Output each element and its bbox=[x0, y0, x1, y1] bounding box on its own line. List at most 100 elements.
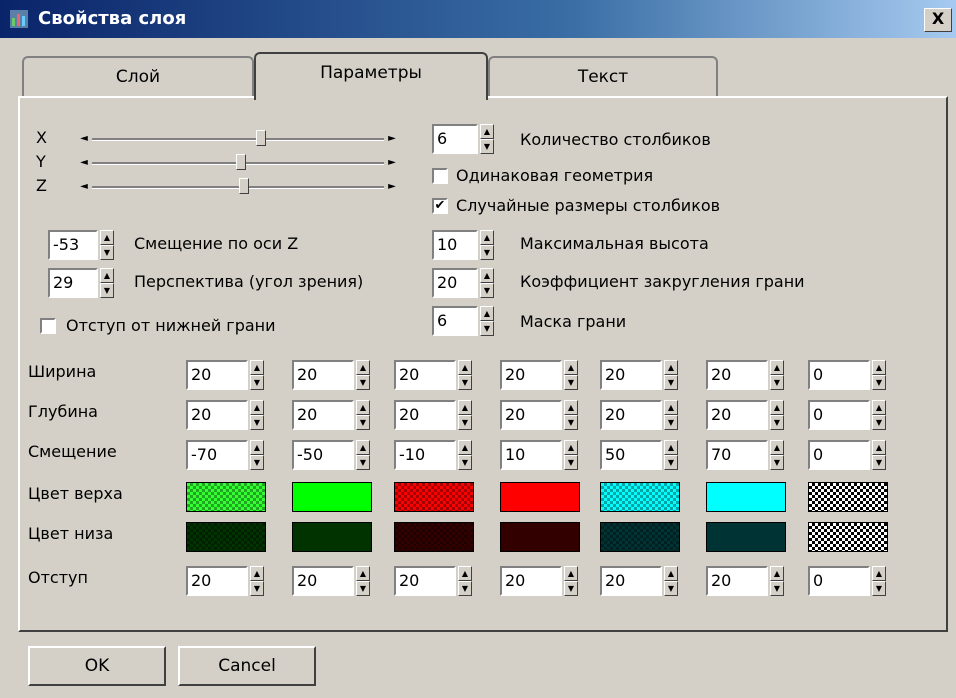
indent-input[interactable]: 20 bbox=[292, 566, 354, 596]
spin-down-icon[interactable]: ▼ bbox=[480, 321, 494, 336]
depth-spinner-7[interactable]: 0 ▲ ▼ bbox=[808, 400, 888, 430]
spin-up-icon[interactable]: ▲ bbox=[564, 400, 578, 415]
scroll-right-icon[interactable]: ► bbox=[386, 156, 398, 170]
width-input[interactable]: 20 bbox=[600, 360, 662, 390]
spin-down-icon[interactable]: ▼ bbox=[458, 581, 472, 596]
spin-up-icon[interactable]: ▲ bbox=[458, 360, 472, 375]
spin-down-icon[interactable]: ▼ bbox=[480, 245, 494, 260]
spin-up-icon[interactable]: ▲ bbox=[872, 400, 886, 415]
width-spinner-2[interactable]: 20 ▲ ▼ bbox=[292, 360, 372, 390]
depth-input[interactable]: 20 bbox=[292, 400, 354, 430]
indent-spinner-6[interactable]: 20 ▲ ▼ bbox=[706, 566, 786, 596]
spin-down-icon[interactable]: ▼ bbox=[664, 581, 678, 596]
spin-up-icon[interactable]: ▲ bbox=[480, 268, 494, 283]
offset-input[interactable]: -50 bbox=[292, 440, 354, 470]
top-color-swatch-6[interactable] bbox=[706, 482, 786, 512]
width-spinner-4[interactable]: 20 ▲ ▼ bbox=[500, 360, 580, 390]
slider-0[interactable]: ◄ ► bbox=[78, 130, 398, 146]
indent-input[interactable]: 0 bbox=[808, 566, 870, 596]
spin-up-icon[interactable]: ▲ bbox=[458, 400, 472, 415]
spin-down-icon[interactable]: ▼ bbox=[872, 581, 886, 596]
indent-spinner-2[interactable]: 20 ▲ ▼ bbox=[292, 566, 372, 596]
indent-spinner-1[interactable]: 20 ▲ ▼ bbox=[186, 566, 266, 596]
rounding-coef-spinner[interactable]: 20 ▲ ▼ bbox=[432, 268, 494, 298]
spin-down-icon[interactable]: ▼ bbox=[664, 415, 678, 430]
spin-up-icon[interactable]: ▲ bbox=[664, 566, 678, 581]
slider-2[interactable]: ◄ ► bbox=[78, 178, 398, 194]
indent-spinner-7[interactable]: 0 ▲ ▼ bbox=[808, 566, 888, 596]
spin-down-icon[interactable]: ▼ bbox=[250, 415, 264, 430]
scroll-right-icon[interactable]: ► bbox=[386, 132, 398, 146]
spin-down-icon[interactable]: ▼ bbox=[564, 581, 578, 596]
spin-down-icon[interactable]: ▼ bbox=[664, 375, 678, 390]
spin-up-icon[interactable]: ▲ bbox=[480, 306, 494, 321]
spin-up-icon[interactable]: ▲ bbox=[480, 124, 494, 139]
bottom-edge-offset-checkbox[interactable] bbox=[40, 318, 56, 334]
tab-layer[interactable]: Слой bbox=[22, 56, 254, 100]
edge-mask-spinner[interactable]: 6 ▲ ▼ bbox=[432, 306, 494, 336]
offset-spinner-2[interactable]: -50 ▲ ▼ bbox=[292, 440, 372, 470]
offset-input[interactable]: 50 bbox=[600, 440, 662, 470]
spin-up-icon[interactable]: ▲ bbox=[872, 566, 886, 581]
spin-down-icon[interactable]: ▼ bbox=[872, 455, 886, 470]
spin-down-icon[interactable]: ▼ bbox=[564, 415, 578, 430]
ok-button[interactable]: OK bbox=[28, 646, 166, 686]
slider-thumb[interactable] bbox=[255, 130, 266, 146]
spin-up-icon[interactable]: ▲ bbox=[770, 440, 784, 455]
offset-spinner-4[interactable]: 10 ▲ ▼ bbox=[500, 440, 580, 470]
spin-up-icon[interactable]: ▲ bbox=[770, 360, 784, 375]
spin-up-icon[interactable]: ▲ bbox=[480, 230, 494, 245]
z-offset-spinner[interactable]: -53 ▲ ▼ bbox=[48, 230, 114, 260]
rounding-coef-input[interactable]: 20 bbox=[432, 268, 478, 298]
spin-down-icon[interactable]: ▼ bbox=[458, 455, 472, 470]
spin-down-icon[interactable]: ▼ bbox=[458, 415, 472, 430]
spin-up-icon[interactable]: ▲ bbox=[770, 566, 784, 581]
spin-up-icon[interactable]: ▲ bbox=[664, 360, 678, 375]
offset-spinner-1[interactable]: -70 ▲ ▼ bbox=[186, 440, 266, 470]
spin-up-icon[interactable]: ▲ bbox=[250, 360, 264, 375]
spin-up-icon[interactable]: ▲ bbox=[872, 440, 886, 455]
offset-input[interactable]: 10 bbox=[500, 440, 562, 470]
spin-down-icon[interactable]: ▼ bbox=[564, 455, 578, 470]
bottom-color-swatch-7[interactable] bbox=[808, 522, 888, 552]
same-geometry-checkbox[interactable] bbox=[432, 168, 448, 184]
spin-down-icon[interactable]: ▼ bbox=[356, 581, 370, 596]
spin-up-icon[interactable]: ▲ bbox=[100, 268, 114, 283]
spin-up-icon[interactable]: ▲ bbox=[356, 400, 370, 415]
width-spinner-6[interactable]: 20 ▲ ▼ bbox=[706, 360, 786, 390]
spin-up-icon[interactable]: ▲ bbox=[564, 360, 578, 375]
depth-input[interactable]: 0 bbox=[808, 400, 870, 430]
indent-input[interactable]: 20 bbox=[706, 566, 768, 596]
spin-up-icon[interactable]: ▲ bbox=[250, 566, 264, 581]
columns-count-spinner[interactable]: 6 ▲ ▼ bbox=[432, 124, 494, 154]
z-offset-input[interactable]: -53 bbox=[48, 230, 98, 260]
slider-thumb[interactable] bbox=[238, 178, 249, 194]
width-input[interactable]: 20 bbox=[394, 360, 456, 390]
indent-input[interactable]: 20 bbox=[186, 566, 248, 596]
spin-down-icon[interactable]: ▼ bbox=[100, 283, 114, 298]
bottom-color-swatch-3[interactable] bbox=[394, 522, 474, 552]
spin-down-icon[interactable]: ▼ bbox=[356, 415, 370, 430]
scroll-left-icon[interactable]: ◄ bbox=[78, 180, 90, 194]
perspective-input[interactable]: 29 bbox=[48, 268, 98, 298]
slider-1[interactable]: ◄ ► bbox=[78, 154, 398, 170]
top-color-swatch-4[interactable] bbox=[500, 482, 580, 512]
edge-mask-input[interactable]: 6 bbox=[432, 306, 478, 336]
spin-down-icon[interactable]: ▼ bbox=[770, 455, 784, 470]
depth-spinner-1[interactable]: 20 ▲ ▼ bbox=[186, 400, 266, 430]
spin-down-icon[interactable]: ▼ bbox=[770, 581, 784, 596]
offset-input[interactable]: 70 bbox=[706, 440, 768, 470]
indent-spinner-5[interactable]: 20 ▲ ▼ bbox=[600, 566, 680, 596]
spin-down-icon[interactable]: ▼ bbox=[872, 415, 886, 430]
width-input[interactable]: 20 bbox=[186, 360, 248, 390]
slider-thumb[interactable] bbox=[235, 154, 246, 170]
spin-up-icon[interactable]: ▲ bbox=[356, 360, 370, 375]
tab-text[interactable]: Текст bbox=[488, 56, 718, 100]
max-height-spinner[interactable]: 10 ▲ ▼ bbox=[432, 230, 494, 260]
depth-input[interactable]: 20 bbox=[600, 400, 662, 430]
indent-input[interactable]: 20 bbox=[600, 566, 662, 596]
depth-spinner-5[interactable]: 20 ▲ ▼ bbox=[600, 400, 680, 430]
spin-down-icon[interactable]: ▼ bbox=[480, 283, 494, 298]
columns-count-input[interactable]: 6 bbox=[432, 124, 478, 154]
tab-parameters[interactable]: Параметры bbox=[254, 52, 488, 100]
